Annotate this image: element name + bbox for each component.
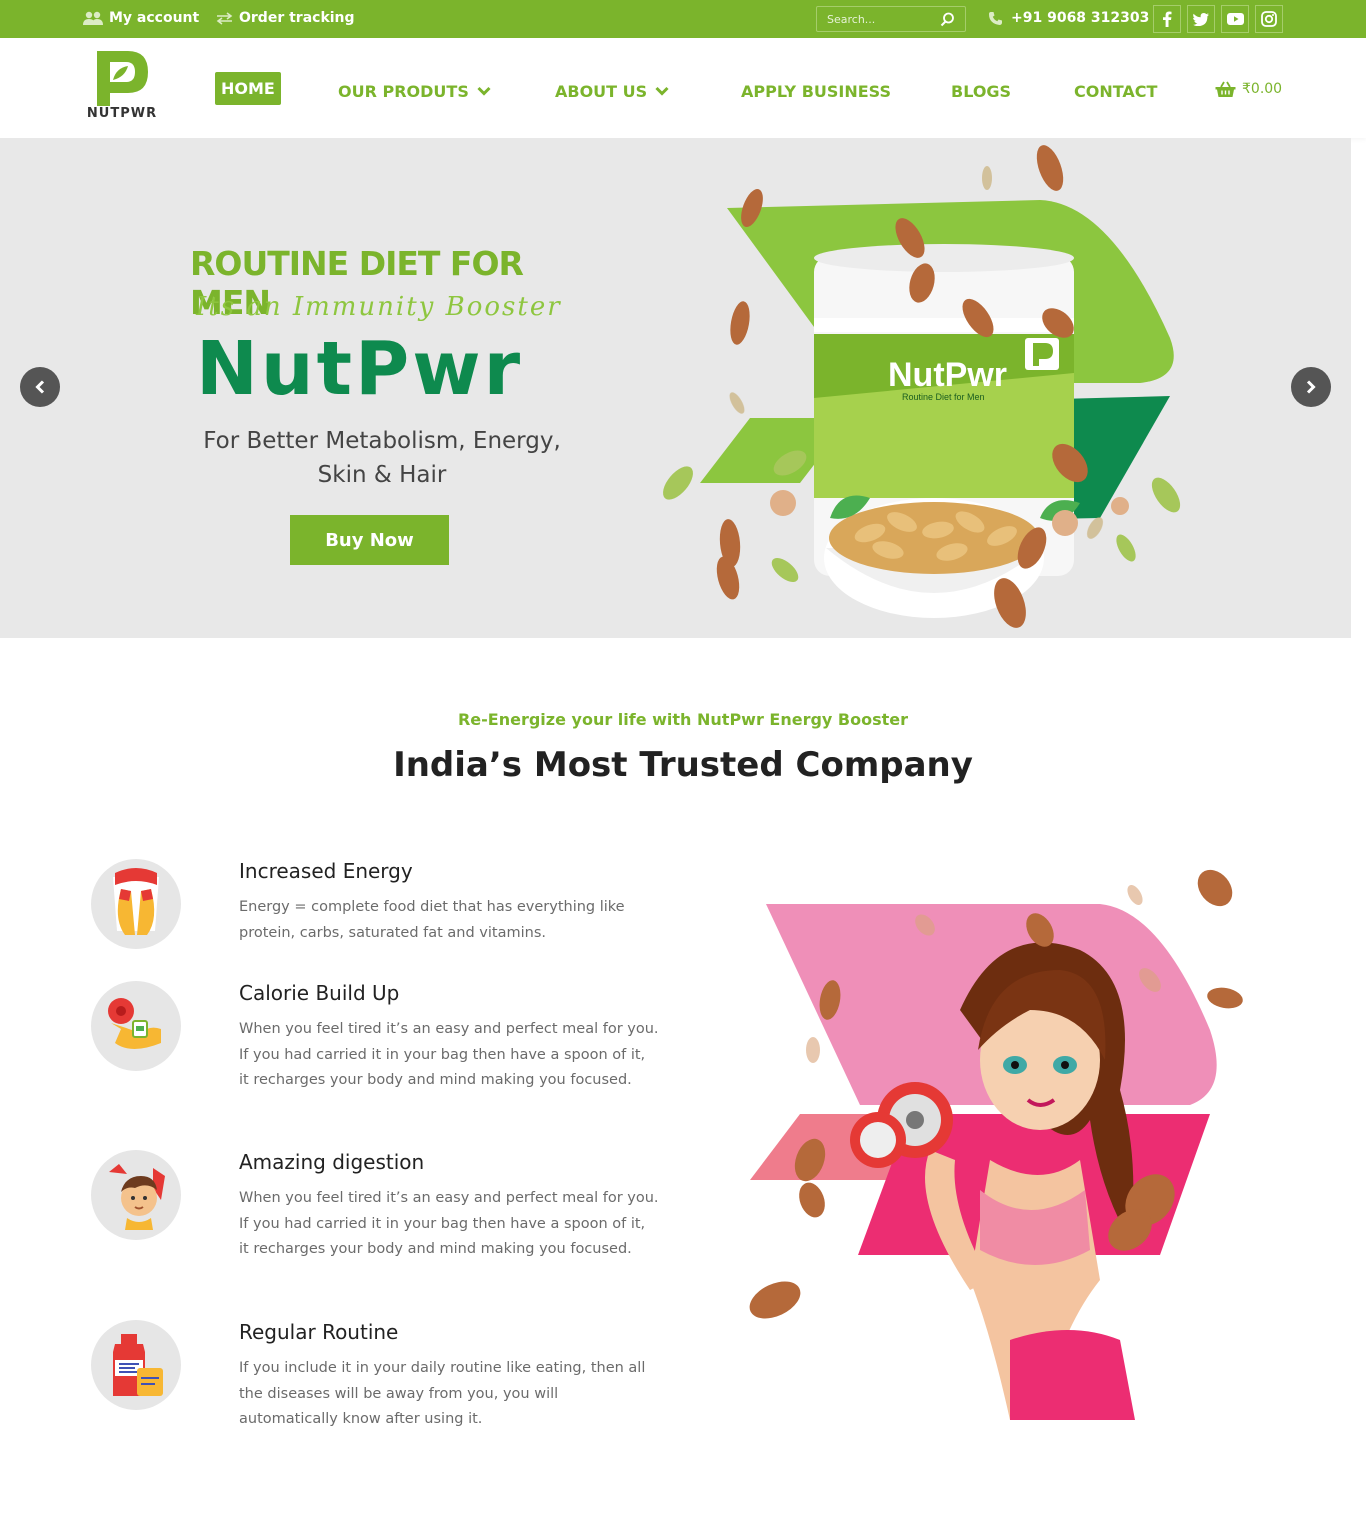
slider-next-button[interactable]: [1291, 367, 1331, 407]
feature-title: Regular Routine: [239, 1320, 399, 1344]
facebook-icon: [1163, 11, 1172, 27]
phone-contact[interactable]: +91 9068 312303: [988, 10, 1149, 26]
my-account-label: My account: [109, 10, 200, 26]
facebook-link[interactable]: [1153, 5, 1181, 33]
hero-subtitle: For Better Metabolism, Energy, Skin & Ha…: [203, 428, 561, 488]
hero-slider: ROUTINE DIET FOR MEN Its an Immunity Boo…: [0, 138, 1351, 638]
basket-icon: [1215, 81, 1236, 97]
twitter-link[interactable]: [1187, 5, 1215, 33]
feature-title: Calorie Build Up: [239, 981, 400, 1005]
jar-brand-text: NutPwr: [888, 356, 1007, 394]
feature-description: If you include it in your daily routine …: [239, 1360, 646, 1427]
hero-tagline: Its an Immunity Booster: [196, 292, 562, 322]
flexed-arm-icon: [108, 998, 161, 1049]
feature-title: Amazing digestion: [239, 1150, 425, 1174]
cart-button[interactable]: ₹0.00: [1215, 76, 1282, 102]
phone-number: +91 9068 312303: [1011, 10, 1150, 26]
supplement-bottle-icon: [113, 1334, 163, 1396]
nav-contact-label: CONTACT: [1074, 81, 1158, 101]
nutpwr-logo-icon: [97, 51, 148, 106]
exchange-icon: [216, 11, 233, 25]
order-tracking-link[interactable]: Order tracking: [216, 10, 355, 26]
instagram-icon: [1261, 11, 1277, 27]
feature-description: When you feel tired it’s an easy and per…: [239, 1190, 659, 1257]
feature-routine-icon: [91, 1320, 181, 1410]
nav-apply-label: APPLY BUSINESS: [741, 81, 892, 101]
weight-scale-icon: [113, 868, 159, 935]
nav-blogs-label: BLOGS: [951, 81, 1012, 101]
my-account-link[interactable]: My account: [83, 10, 199, 26]
nav-blogs[interactable]: BLOGS: [951, 76, 1011, 106]
feature-description: When you feel tired it’s an easy and per…: [239, 1021, 659, 1088]
chevron-down-icon: [477, 86, 491, 96]
feature-digestion-icon: [91, 1150, 181, 1240]
nav-about-label: ABOUT US: [555, 81, 648, 101]
twitter-icon: [1193, 12, 1209, 26]
top-bar: My account Order tracking +91 9068 31230…: [0, 0, 1366, 38]
section-title: India’s Most Trusted Company: [393, 745, 973, 785]
search-form: [816, 6, 966, 32]
order-tracking-label: Order tracking: [239, 10, 355, 26]
nav-our-products[interactable]: OUR PRODUTS: [338, 76, 491, 106]
section-kicker: Re-Energize your life with NutPwr Energy…: [457, 710, 909, 729]
nav-about-us[interactable]: ABOUT US: [555, 76, 669, 106]
users-icon: [83, 11, 103, 25]
logo[interactable]: NUTPWR: [80, 50, 164, 126]
search-input[interactable]: [827, 11, 937, 27]
chevron-right-icon: [1306, 380, 1316, 394]
nav-products-label: OUR PRODUTS: [338, 81, 469, 101]
fitness-woman-illustration: [749, 869, 1243, 1420]
feature-calorie-icon: [91, 981, 181, 1071]
nav-apply-business[interactable]: APPLY BUSINESS: [741, 76, 891, 106]
feature-description: Energy = complete food diet that has eve…: [239, 899, 625, 941]
instagram-link[interactable]: [1255, 5, 1283, 33]
youtube-link[interactable]: [1221, 5, 1249, 33]
site-header: NUTPWR HOME OUR PRODUTS ABOUT US APPLY B…: [0, 38, 1366, 138]
hero-brand-name: NutPwr: [196, 326, 524, 412]
product-illustration: NutPwr Routine Diet for Men: [663, 145, 1181, 628]
buy-now-button[interactable]: Buy Now: [290, 515, 449, 565]
logo-text: NUTPWR: [86, 106, 158, 121]
chevron-down-icon: [655, 86, 669, 96]
nav-contact[interactable]: CONTACT: [1074, 76, 1157, 106]
search-icon[interactable]: [940, 12, 955, 27]
nav-home-label: HOME: [221, 79, 275, 98]
youtube-icon: [1226, 13, 1244, 25]
feature-energy-icon: [91, 859, 181, 949]
cart-total: ₹0.00: [1242, 81, 1283, 97]
feature-title: Increased Energy: [239, 859, 413, 883]
chevron-left-icon: [35, 380, 45, 394]
jar-sub-text: Routine Diet for Men: [902, 392, 985, 402]
phone-icon: [989, 11, 1002, 25]
person-icon: [109, 1164, 165, 1230]
slider-prev-button[interactable]: [20, 367, 60, 407]
nav-home[interactable]: HOME: [215, 72, 281, 105]
